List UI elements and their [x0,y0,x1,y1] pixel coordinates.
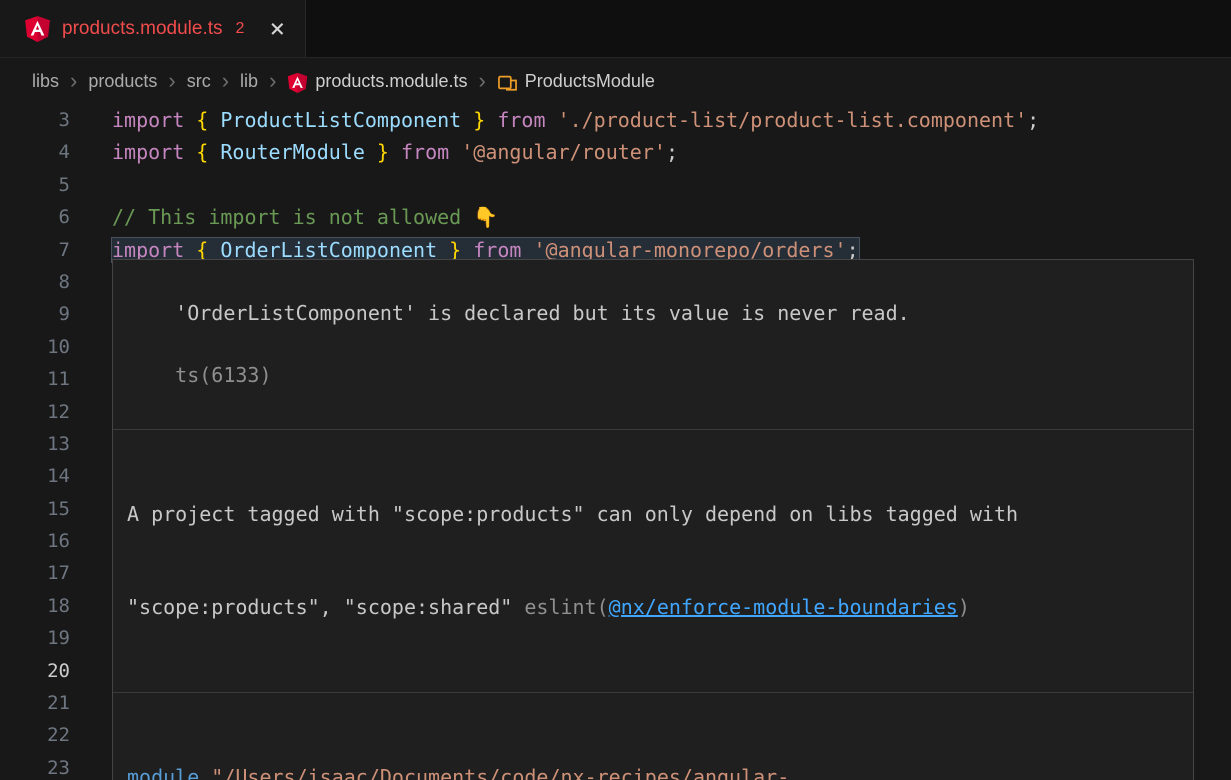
code-token: './product-list/product-list.component' [558,108,1028,132]
code-token: } [449,238,461,262]
error-highlight: import { OrderListComponent } from '@ang… [112,238,859,262]
angular-icon [287,72,308,93]
code-token [546,108,558,132]
module-info-line1: module "/Users/isaac/Documents/code/nx-r… [127,762,1179,780]
close-icon[interactable] [269,16,285,42]
line-number: 17 [0,557,70,589]
code-token: from [497,108,545,132]
code-token [184,108,196,132]
chevron-right-icon [269,70,276,92]
eslint-error-line1: A project tagged with "scope:products" c… [127,499,1179,530]
tab-error-count-badge: 2 [236,20,245,38]
code-token: import [112,108,184,132]
code-token: } [377,140,389,164]
code-token: from [401,140,449,164]
code-content: import { ProductListComponent } from './… [112,104,1039,136]
line-number: 23 [0,752,70,780]
code-token: RouterModule [208,140,377,164]
eslint-source-prefix: eslint( [524,595,608,619]
chevron-right-icon [222,70,229,92]
code-token: from [473,238,521,262]
code-token: { [196,238,208,262]
line-number: 9 [0,298,70,330]
code-token [461,238,473,262]
code-token [485,108,497,132]
code-token: } [473,108,485,132]
code-token: ; [847,238,859,262]
code-line[interactable]: 5 [0,169,1231,201]
code-token: '@angular/router' [461,140,666,164]
code-token [521,238,533,262]
line-number: 18 [0,590,70,622]
code-token [449,140,461,164]
chevron-right-icon [478,70,485,92]
code-token: 👇 [473,205,498,229]
line-number: 22 [0,719,70,751]
line-number: 19 [0,622,70,654]
code-token: { [196,140,208,164]
code-token: ProductListComponent [208,108,473,132]
ts-error-code: ts(6133) [175,363,271,387]
eslint-error-scopes: "scope:products", "scope:shared" [127,595,512,619]
line-number: 7 [0,234,70,266]
angular-icon [24,15,51,42]
breadcrumb-item-libs[interactable]: libs [32,71,59,92]
line-number: 20 [0,655,70,687]
code-content: import { RouterModule } from '@angular/r… [112,136,678,168]
eslint-source-suffix: ) [958,595,970,619]
code-token: ; [1027,108,1039,132]
line-number: 13 [0,428,70,460]
line-number: 10 [0,331,70,363]
class-symbol-icon [497,72,518,93]
line-number: 21 [0,687,70,719]
line-number: 8 [0,266,70,298]
line-number: 6 [0,201,70,233]
breadcrumb: libs products src lib products.module.ts… [0,58,1231,104]
code-token: // This import is not allowed [112,205,473,229]
line-number: 14 [0,460,70,492]
code-line[interactable]: 3 import { ProductListComponent } from '.… [0,104,1231,136]
breadcrumb-item-src[interactable]: src [187,71,211,92]
module-path-line1: "/Users/isaac/Documents/code/nx-recipes/… [211,765,789,780]
chevron-right-icon [70,70,77,92]
ts-error-message: 'OrderListComponent' is declared but its… [175,301,910,325]
line-number: 11 [0,363,70,395]
breadcrumb-item-lib[interactable]: lib [240,71,258,92]
hover-eslint-error: A project tagged with "scope:products" c… [113,430,1193,693]
line-number: 5 [0,169,70,201]
tab-bar: products.module.ts 2 [0,0,1231,58]
code-token: import [112,238,184,262]
code-token: import [112,140,184,164]
breadcrumb-item-file[interactable]: products.module.ts [315,71,467,92]
line-number: 15 [0,493,70,525]
code-token: ; [666,140,678,164]
breadcrumb-item-symbol[interactable]: ProductsModule [525,71,655,92]
line-number: 3 [0,104,70,136]
module-keyword: module [127,765,199,780]
breadcrumb-item-products[interactable]: products [88,71,157,92]
code-line[interactable]: 6 // This import is not allowed 👇 [0,201,1231,233]
tab-products-module[interactable]: products.module.ts 2 [0,0,306,57]
code-token: { [196,108,208,132]
line-number: 4 [0,136,70,168]
code-token: '@angular-monorepo/orders' [533,238,846,262]
code-line[interactable]: 4 import { RouterModule } from '@angular/… [0,136,1231,168]
line-number: 12 [0,396,70,428]
chevron-right-icon [168,70,175,92]
code-token: OrderListComponent [208,238,449,262]
code-content: // This import is not allowed 👇 [112,201,498,233]
tab-title: products.module.ts [62,18,223,40]
eslint-error-line2: "scope:products", "scope:shared" eslint(… [127,592,1179,623]
line-number: 16 [0,525,70,557]
code-token [389,140,401,164]
code-token [184,238,196,262]
eslint-rule-link[interactable]: @nx/enforce-module-boundaries [609,595,958,619]
code-token [184,140,196,164]
hover-popup: 'OrderListComponent' is declared but its… [112,259,1194,780]
hover-module-info: module "/Users/isaac/Documents/code/nx-r… [113,693,1193,780]
hover-ts-error: 'OrderListComponent' is declared but its… [113,260,1193,430]
